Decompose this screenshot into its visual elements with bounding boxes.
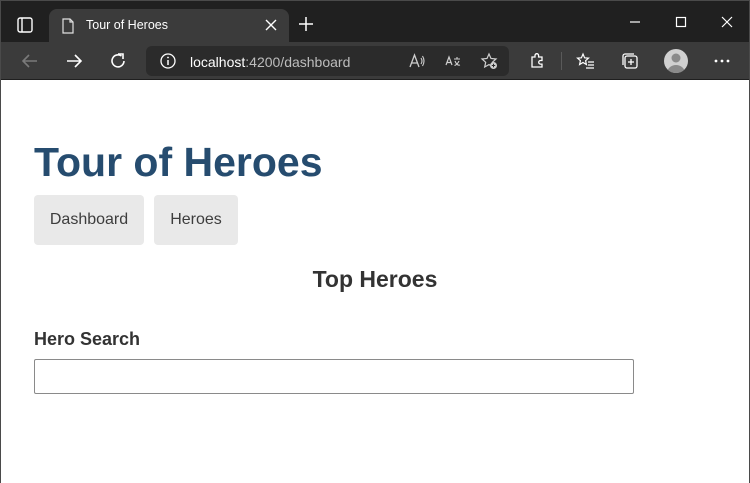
read-aloud-icon[interactable] xyxy=(408,52,426,70)
url-text: localhost:4200/dashboard xyxy=(190,54,350,70)
top-heroes-heading: Top Heroes xyxy=(312,266,438,292)
browser-toolbar: localhost:4200/dashboard xyxy=(1,42,749,80)
maximize-icon[interactable] xyxy=(672,13,690,31)
url-host: localhost xyxy=(190,54,246,70)
toolbar-divider xyxy=(561,52,562,70)
nav-heroes-button[interactable]: Heroes xyxy=(154,195,238,245)
address-bar[interactable]: localhost:4200/dashboard xyxy=(146,46,509,76)
tab-actions-icon[interactable] xyxy=(15,15,35,35)
back-icon[interactable] xyxy=(20,51,40,71)
tab-bar: Tour of Heroes xyxy=(1,1,749,43)
plus-icon[interactable] xyxy=(297,15,315,33)
profile-icon[interactable] xyxy=(664,49,688,73)
minimize-icon[interactable] xyxy=(626,13,644,31)
browser-window: Tour of Heroes localhost:4200/dashboard … xyxy=(0,0,750,483)
close-icon[interactable] xyxy=(263,17,279,33)
url-path: :4200/dashboard xyxy=(245,54,351,70)
tab-title: Tour of Heroes xyxy=(86,18,168,32)
collections-icon[interactable] xyxy=(620,51,640,71)
add-favorite-icon[interactable] xyxy=(480,52,498,70)
extensions-icon[interactable] xyxy=(527,51,547,71)
favorites-icon[interactable] xyxy=(576,51,596,71)
tab-active[interactable]: Tour of Heroes xyxy=(49,9,289,43)
page-icon xyxy=(61,18,75,34)
forward-icon[interactable] xyxy=(64,51,84,71)
window-close-icon[interactable] xyxy=(718,13,736,31)
page-content: Tour of Heroes Dashboard Heroes Top Hero… xyxy=(1,81,749,483)
translate-icon[interactable] xyxy=(444,52,462,70)
refresh-icon[interactable] xyxy=(108,51,128,71)
app-title: Tour of Heroes xyxy=(34,139,323,185)
nav-dashboard-button[interactable]: Dashboard xyxy=(34,195,144,245)
more-icon[interactable] xyxy=(712,51,732,71)
info-icon[interactable] xyxy=(159,52,177,70)
hero-search-input[interactable] xyxy=(34,359,634,394)
hero-search-label: Hero Search xyxy=(34,329,141,349)
